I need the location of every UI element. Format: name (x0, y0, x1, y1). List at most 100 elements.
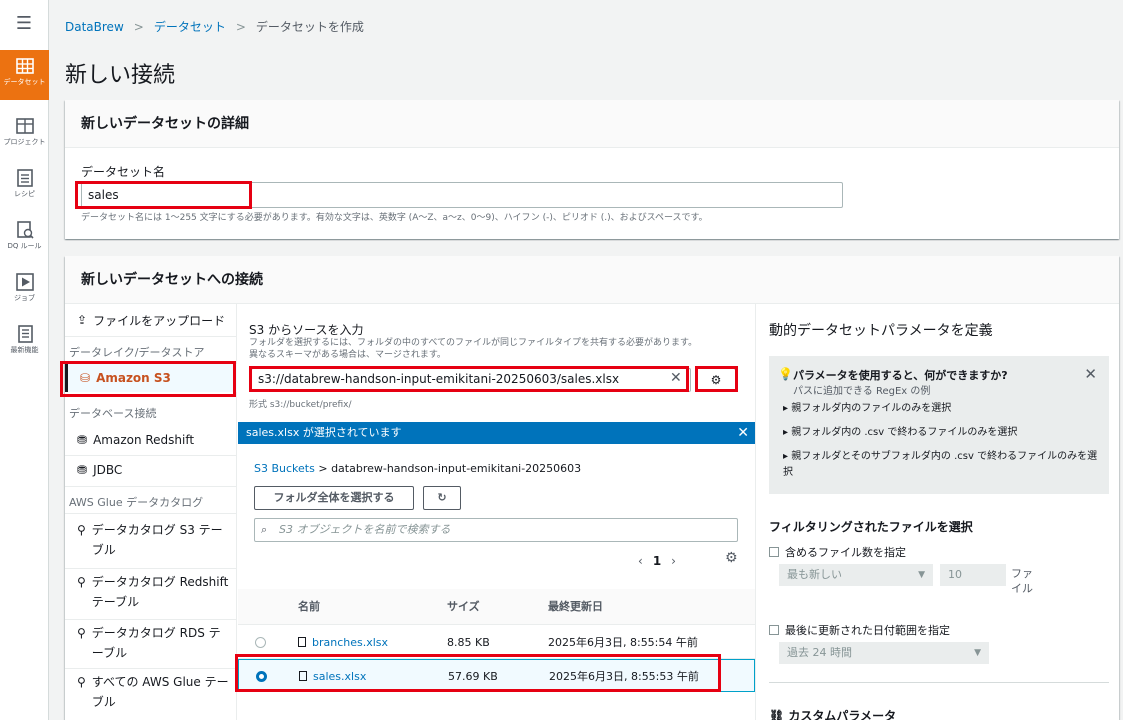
close-icon[interactable]: ✕ (1084, 365, 1097, 383)
row-radio[interactable] (255, 637, 266, 648)
breadcrumb-datasets[interactable]: データセット (154, 20, 226, 34)
page-title: 新しい接続 (65, 63, 176, 88)
rail-label: 最新機能 (10, 346, 39, 354)
list-icon (16, 169, 33, 187)
source-upload-file[interactable]: ⇪ ファイルをアップロード (65, 306, 237, 334)
s3-buckets-link[interactable]: S3 Buckets (254, 462, 315, 475)
table-row-selected[interactable]: sales.xlsx 57.69 KB 2025年6月3日, 8:55:53 午… (238, 659, 755, 692)
source-catalog-redshift[interactable]: ⚲ データカタログ Redshift テーブル (65, 572, 237, 614)
info-expandable-item[interactable]: ▸ 親フォルダ内のファイルのみを選択 (783, 401, 1103, 417)
rail-label: DQ ルール (7, 242, 42, 250)
divider (65, 336, 237, 337)
previous-page-icon[interactable]: ‹ (638, 554, 643, 568)
file-modified-cell: 2025年6月3日, 8:55:53 午前 (549, 670, 699, 683)
filter-section-title: フィルタリングされたファイルを選択 (769, 520, 973, 534)
dataset-name-input[interactable] (81, 182, 843, 208)
database-icon: ⛃ (77, 463, 88, 477)
file-count-input[interactable]: 10 (940, 564, 1006, 586)
current-page[interactable]: 1 (653, 554, 661, 568)
database-icon: ⛃ (77, 433, 88, 447)
table-header: 名前 サイズ 最終更新日 (238, 589, 755, 625)
file-icon (298, 637, 306, 647)
dataset-connection-panel: 新しいデータセットへの接続 ⇪ ファイルをアップロード データレイク/データストア… (65, 256, 1119, 720)
group-data-lake: データレイク/データストア (69, 346, 205, 359)
rail-label: データセット (3, 78, 46, 86)
rail-item-whats-new[interactable]: 最新機能 (0, 318, 49, 368)
source-all-glue-tables[interactable]: ⚲ すべての AWS Glue テーブル (65, 672, 237, 714)
file-count-checkbox[interactable]: 含めるファイル数を指定 (769, 544, 906, 560)
info-expandable-item[interactable]: ▸ 親フォルダとそのサブフォルダ内の .csv で終わるファイルのみを選択 (783, 449, 1103, 481)
divider (65, 486, 237, 487)
refresh-button[interactable]: ↻ (423, 486, 461, 510)
menu-icon[interactable]: ☰ (14, 14, 34, 34)
rail-item-jobs[interactable]: ジョブ (0, 266, 49, 316)
divider (65, 396, 237, 397)
custom-parameters-title[interactable]: ⛓ カスタムパラメータ (769, 707, 896, 720)
link-icon: ⛓ (769, 709, 789, 720)
clear-icon[interactable]: ✕ (670, 370, 682, 386)
file-order-select[interactable]: 最も新しい ▼ (779, 564, 933, 586)
glue-icon: ⚲ (77, 523, 86, 537)
file-count-unit: ファイル (1011, 567, 1033, 595)
group-db-connections: データベース接続 (69, 407, 157, 420)
side-rail: ☰ データセット プロジェクト レシピ DQ ルール ジョブ 最新機能 (0, 0, 49, 720)
close-icon[interactable]: ✕ (737, 422, 749, 444)
info-question: パラメータを使用すると、何ができますか? (793, 369, 1008, 382)
file-link[interactable]: sales.xlsx (313, 670, 366, 683)
lightbulb-icon: 💡 (778, 367, 793, 381)
group-glue-catalog: AWS Glue データカタログ (69, 496, 204, 509)
source-amazon-s3[interactable]: ⛁ Amazon S3 (65, 364, 237, 392)
rail-item-projects[interactable]: プロジェクト (0, 110, 49, 160)
file-modified-cell: 2025年6月3日, 8:55:54 午前 (548, 636, 698, 649)
s3-source-description: フォルダを選択するには、フォルダの中のすべてのファイルが同じファイルタイプを共有… (249, 338, 698, 360)
column-name[interactable]: 名前 (298, 589, 320, 625)
checkbox[interactable] (769, 547, 779, 557)
divider (769, 682, 1109, 683)
s3-path-input[interactable]: s3://databrew-handson-input-emikitani-20… (251, 368, 691, 392)
glue-icon: ⚲ (77, 575, 86, 589)
table-row[interactable]: branches.xlsx 8.85 KB 2025年6月3日, 8:55:54… (238, 626, 755, 659)
rail-label: ジョブ (14, 294, 35, 302)
column-modified[interactable]: 最終更新日 (548, 589, 603, 625)
chevron-right-icon: > (133, 20, 144, 34)
parameter-button[interactable]: ⚙ (696, 368, 736, 392)
column-size[interactable]: サイズ (447, 589, 480, 625)
search-icon: ⌕ (261, 523, 268, 536)
date-range-checkbox[interactable]: 最後に更新された日付範囲を指定 (769, 622, 950, 638)
source-nav: ⇪ ファイルをアップロード データレイク/データストア ⛁ Amazon S3 デー… (65, 304, 237, 720)
settings-icon[interactable]: ⚙ (725, 550, 738, 566)
row-radio[interactable] (256, 671, 267, 682)
info-expandable-item[interactable]: ▸ 親フォルダ内の .csv で終わるファイルのみを選択 (783, 425, 1103, 441)
source-catalog-s3[interactable]: ⚲ データカタログ S3 テーブル (65, 520, 237, 562)
next-page-icon[interactable]: › (671, 554, 676, 568)
rail-label: レシピ (14, 190, 35, 198)
date-range-select[interactable]: 過去 24 時間 ▼ (779, 642, 989, 664)
rail-item-recipes[interactable]: レシピ (0, 162, 49, 212)
file-link[interactable]: branches.xlsx (312, 636, 388, 649)
parameters-info-box: 💡 パラメータを使用すると、何ができますか? パスに追加できる RegEx の例… (769, 356, 1109, 494)
chevron-right-icon: > (318, 462, 332, 475)
s3-breadcrumb: S3 Buckets > databrew-handson-input-emik… (254, 462, 581, 475)
checkbox[interactable] (769, 625, 779, 635)
glue-icon: ⚲ (77, 675, 86, 689)
select-entire-folder-button[interactable]: フォルダ全体を選択する (254, 486, 414, 510)
dataset-details-panel: 新しいデータセットの詳細 データセット名 データセット名には 1〜255 文字に… (65, 100, 1119, 239)
parameter-icon: ⚙ (710, 373, 722, 387)
divider (65, 513, 237, 514)
selection-banner: sales.xlsx が選択されています ✕ (238, 422, 755, 444)
dataset-name-hint: データセット名には 1〜255 文字にする必要があります。有効な文字は、英数字 … (81, 213, 708, 223)
source-amazon-redshift[interactable]: ⛃ Amazon Redshift (65, 426, 237, 454)
s3-format-hint: 形式 s3://bucket/prefix/ (249, 400, 352, 410)
divider (65, 619, 237, 620)
s3-object-search[interactable]: ⌕ S3 オブジェクトを名前で検索する (254, 518, 738, 542)
bucket-name: databrew-handson-input-emikitani-2025060… (331, 462, 582, 475)
file-name-cell: sales.xlsx (299, 660, 366, 693)
panel-header: 新しいデータセットの詳細 (65, 100, 1119, 148)
table-icon (15, 118, 34, 134)
file-size-cell: 57.69 KB (448, 670, 498, 683)
rail-item-datasets[interactable]: データセット (0, 50, 49, 100)
source-jdbc[interactable]: ⛃ JDBC (65, 456, 237, 484)
rail-item-dq-rules[interactable]: DQ ルール (0, 214, 49, 264)
source-catalog-rds[interactable]: ⚲ データカタログ RDS テーブル (65, 623, 237, 665)
breadcrumb-databrew[interactable]: DataBrew (65, 20, 124, 34)
